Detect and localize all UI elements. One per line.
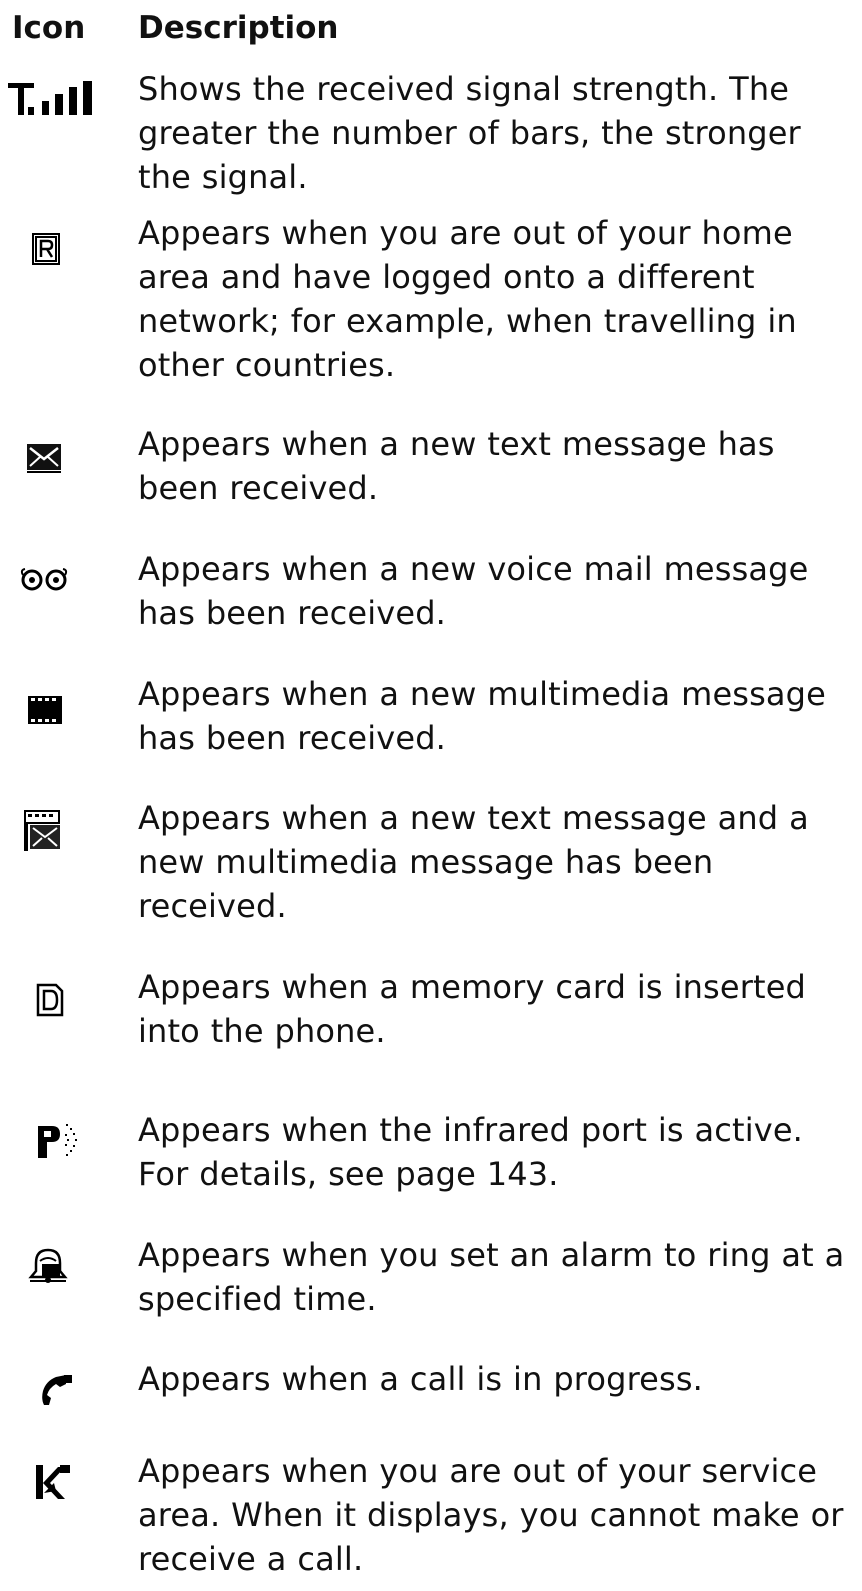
no-service-icon [0,1449,120,1509]
infrared-icon [0,1108,120,1168]
text-and-multimedia-message-icon [0,796,120,856]
row-description: Appears when a memory card is inserted i… [138,968,807,1050]
row-description: Appears when a new voice mail message ha… [138,550,809,632]
row-description: Appears when a call is in progress. [138,1360,703,1398]
signal-strength-icon [0,67,120,127]
icon-column-header: Icon [12,10,86,46]
memory-card-icon [0,965,120,1025]
call-in-progress-icon [0,1357,120,1417]
alarm-icon [0,1233,120,1293]
description-column-header: Description [138,10,339,46]
row-description: Shows the received signal strength. The … [138,70,801,196]
row-description: Appears when a new text message and a ne… [138,799,809,925]
row-description: Appears when you set an alarm to ring at… [138,1236,845,1318]
row-description: Appears when you are out of your home ar… [138,214,797,384]
roaming-icon [0,211,120,271]
multimedia-message-icon [0,672,120,732]
voice-mail-icon [0,547,120,607]
text-message-icon [0,422,120,482]
row-description: Appears when a new text message has been… [138,425,775,507]
row-description: Appears when you are out of your service… [138,1452,844,1578]
row-description: Appears when a new multimedia message ha… [138,675,826,757]
row-description: Appears when the infrared port is active… [138,1111,804,1193]
table-header: Icon Description [0,8,862,48]
